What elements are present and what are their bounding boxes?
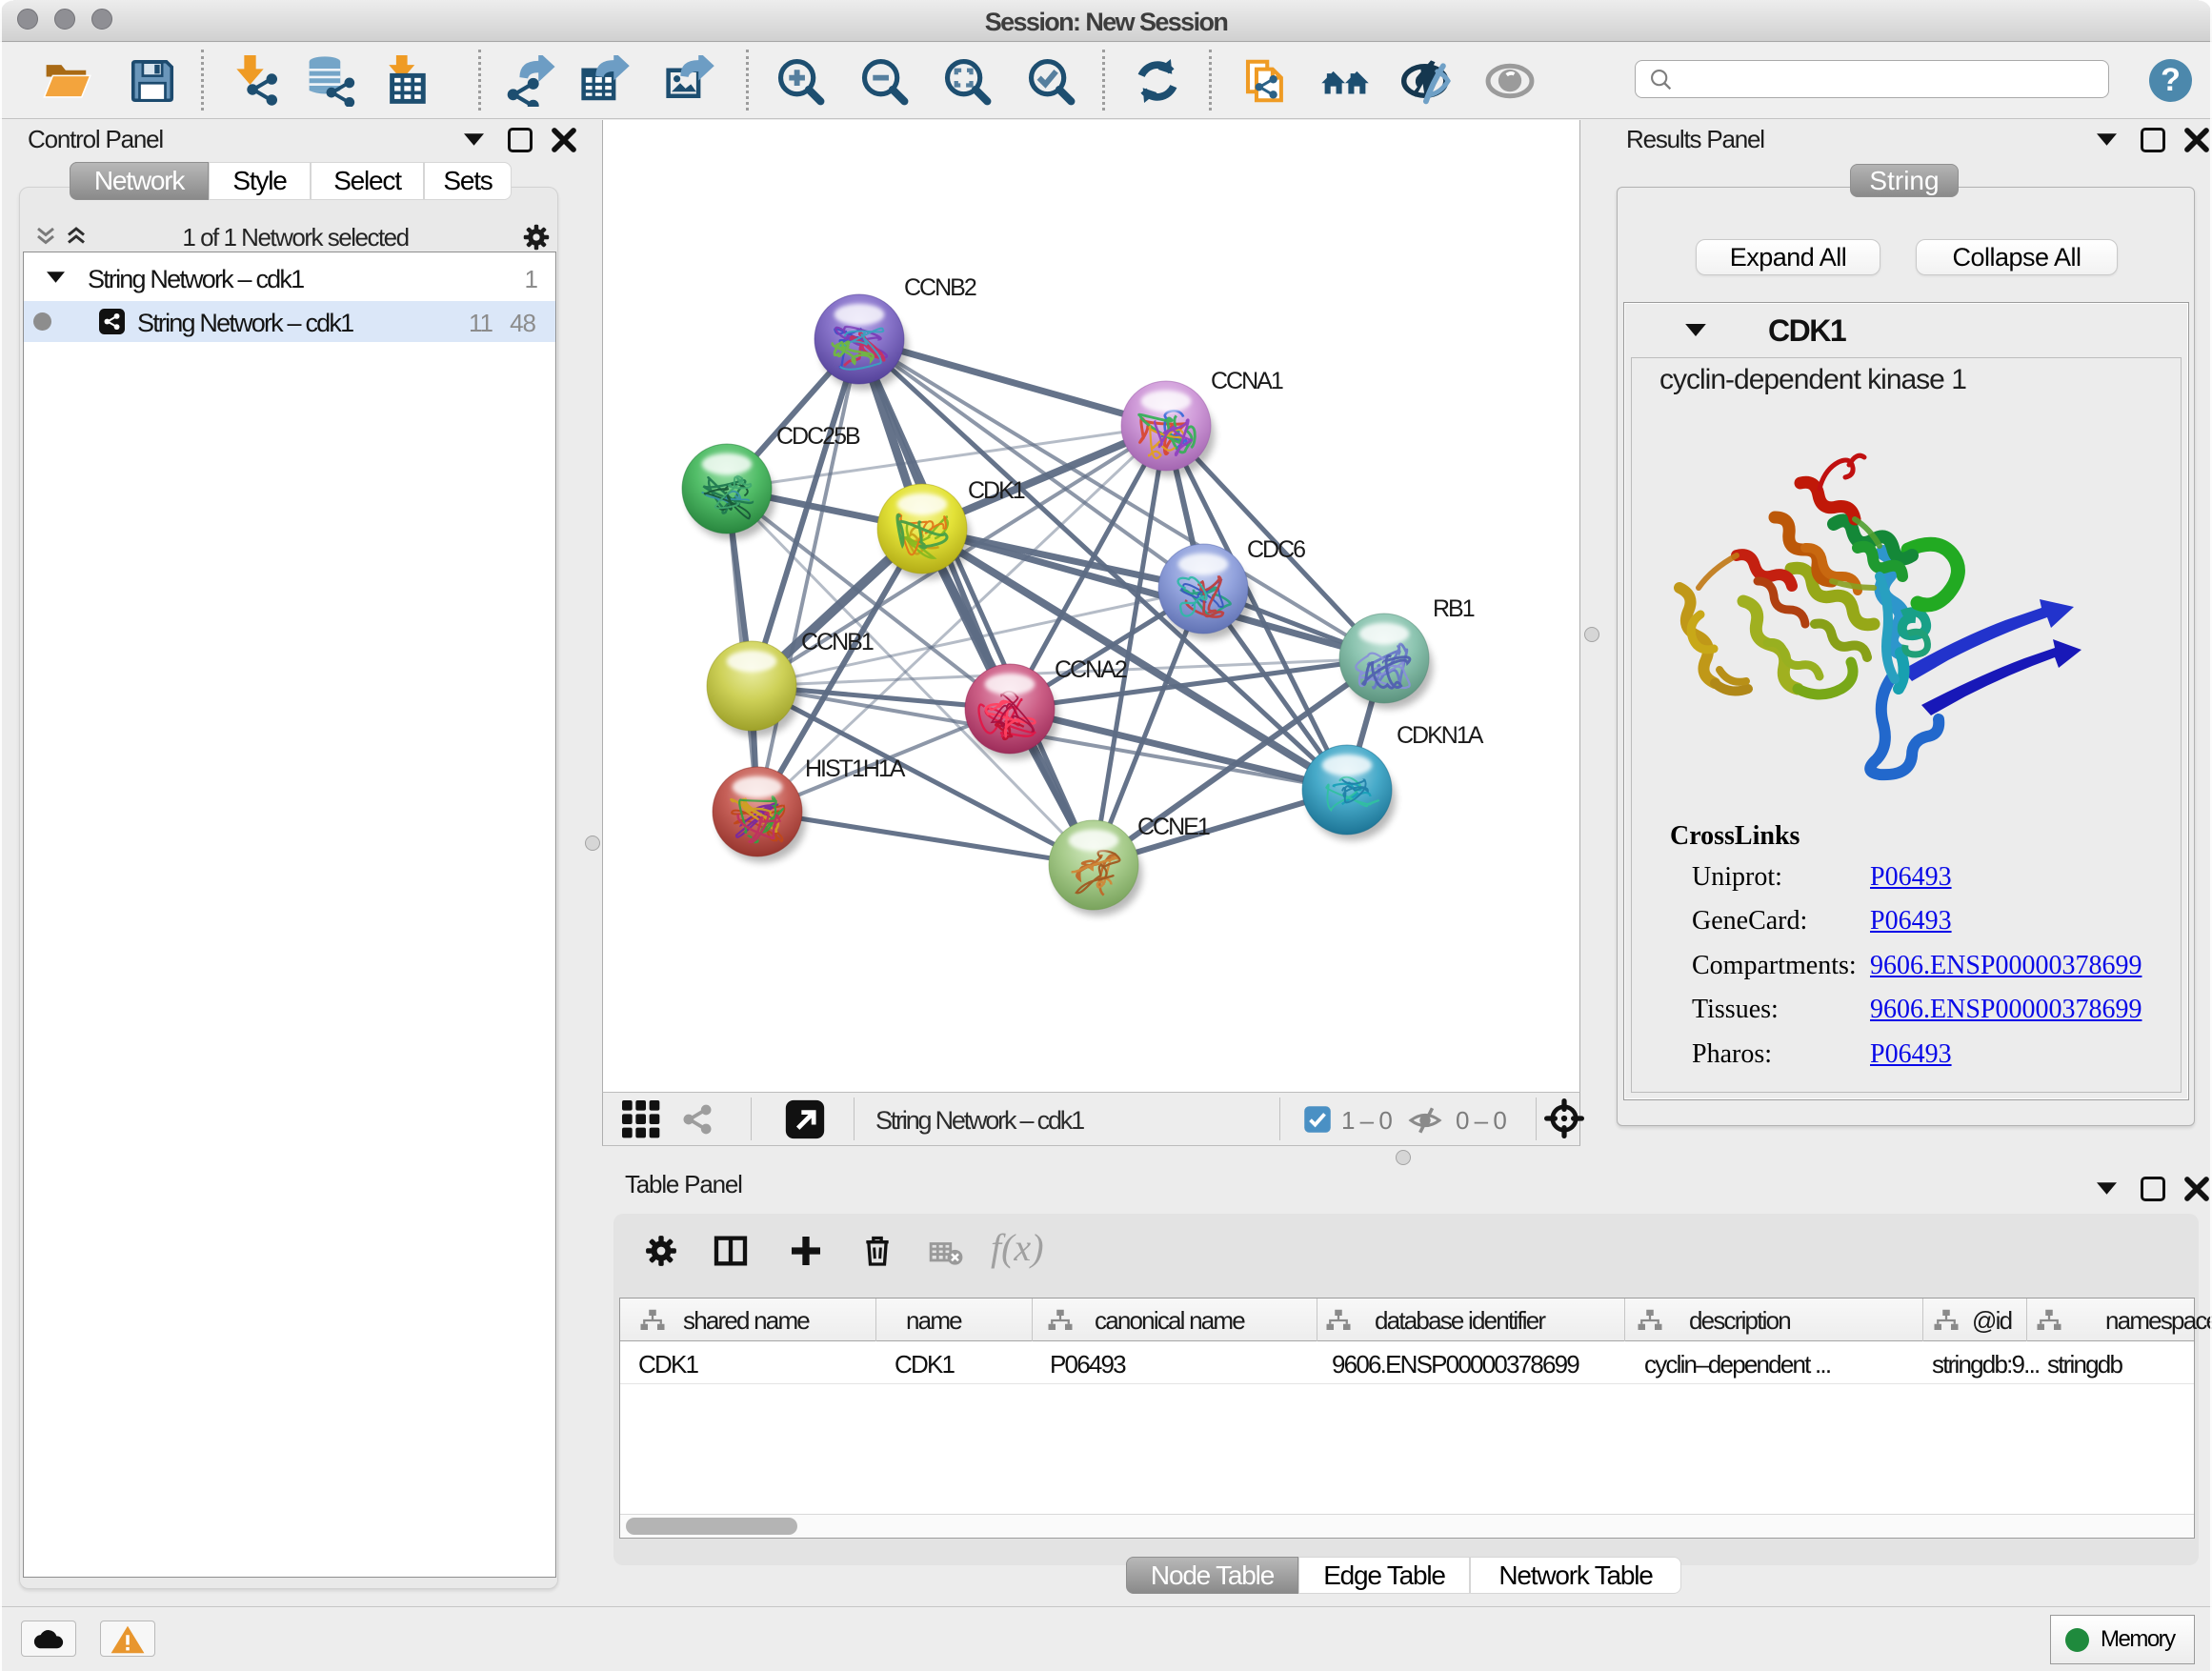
svg-text:CDKN1A: CDKN1A <box>1397 722 1484 749</box>
svg-text:CDC25B: CDC25B <box>776 423 860 450</box>
svg-text:CCNA1: CCNA1 <box>1211 368 1283 394</box>
svg-text:CCNE1: CCNE1 <box>1137 814 1210 840</box>
svg-text:CCNB2: CCNB2 <box>904 274 976 301</box>
svg-text:CDK1: CDK1 <box>968 477 1025 504</box>
svg-text:CDC6: CDC6 <box>1247 536 1305 563</box>
svg-text:CCNA2: CCNA2 <box>1055 656 1127 683</box>
svg-text:RB1: RB1 <box>1433 595 1475 622</box>
svg-text:HIST1H1A: HIST1H1A <box>805 755 906 782</box>
svg-text:CCNB1: CCNB1 <box>801 629 874 655</box>
